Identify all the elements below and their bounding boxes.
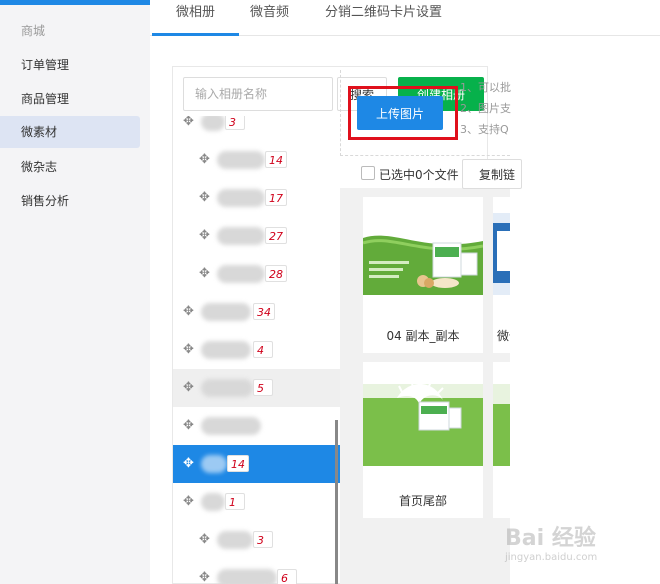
image-card[interactable]: 04 副本_副本 bbox=[363, 197, 483, 353]
image-label: 微信 bbox=[497, 329, 510, 343]
image-label: 04 副本_副本 bbox=[386, 329, 460, 343]
upload-tip-2: 2、图片支 bbox=[460, 102, 511, 115]
image-card[interactable] bbox=[493, 362, 510, 518]
album-name-blurred bbox=[201, 341, 251, 359]
album-name-blurred bbox=[217, 151, 265, 169]
drag-handle-icon[interactable]: ✥ bbox=[183, 457, 197, 471]
album-count-badge: 6 bbox=[277, 569, 297, 584]
copy-link-button[interactable]: 复制链 bbox=[462, 159, 522, 189]
drag-handle-icon[interactable]: ✥ bbox=[199, 229, 213, 243]
album-name-blurred bbox=[201, 455, 227, 473]
drag-handle-icon[interactable]: ✥ bbox=[183, 495, 197, 509]
album-name-blurred bbox=[201, 493, 225, 511]
highlight-annotation bbox=[348, 86, 458, 140]
image-label: 首页尾部 bbox=[398, 494, 447, 508]
album-name-blurred bbox=[217, 189, 265, 207]
sidebar-item-magazine[interactable]: 微杂志 bbox=[0, 151, 140, 183]
tab-audio[interactable]: 微音频 bbox=[250, 2, 289, 36]
upload-tip-3: 3、支持Q bbox=[460, 123, 509, 136]
album-count-badge: 34 bbox=[253, 303, 275, 320]
album-search-input[interactable] bbox=[183, 77, 333, 111]
drag-handle-icon[interactable]: ✥ bbox=[199, 191, 213, 205]
album-name-blurred bbox=[201, 417, 261, 435]
drag-handle-icon[interactable]: ✥ bbox=[183, 419, 197, 433]
image-thumbnail[interactable] bbox=[493, 384, 510, 466]
image-thumbnail[interactable] bbox=[363, 384, 483, 466]
tab-albums[interactable]: 微相册 bbox=[152, 2, 240, 36]
album-list-scrollbar[interactable] bbox=[335, 420, 338, 584]
album-count-badge: 14 bbox=[227, 455, 249, 472]
watermark-logo: Bai 经验 bbox=[505, 526, 596, 551]
upload-tip-1: 1、可以批 bbox=[460, 81, 511, 94]
album-count-badge: 28 bbox=[265, 265, 287, 282]
sidebar-item-products[interactable]: 商品管理 bbox=[0, 83, 140, 115]
drag-handle-icon[interactable]: ✥ bbox=[183, 343, 197, 357]
album-count-badge: 17 bbox=[265, 189, 287, 206]
drag-handle-icon[interactable]: ✥ bbox=[183, 381, 197, 395]
drag-handle-icon[interactable]: ✥ bbox=[199, 267, 213, 281]
album-count-badge: 3 bbox=[225, 116, 245, 130]
album-name-blurred bbox=[217, 227, 265, 245]
sidebar-item-materials[interactable]: 微素材 bbox=[0, 116, 140, 148]
album-count-badge: 1 bbox=[225, 493, 245, 510]
drag-handle-icon[interactable]: ✥ bbox=[199, 571, 213, 584]
watermark-url: jingyan.baidu.com bbox=[505, 552, 598, 563]
image-card[interactable]: 首页尾部 bbox=[363, 362, 483, 518]
image-thumbnail[interactable] bbox=[363, 213, 483, 295]
album-name-blurred bbox=[217, 265, 265, 283]
album-name-blurred bbox=[217, 531, 253, 549]
drag-handle-icon[interactable]: ✥ bbox=[199, 153, 213, 167]
drag-handle-icon[interactable]: ✥ bbox=[183, 116, 197, 129]
image-card[interactable]: 微信 bbox=[493, 197, 510, 353]
album-name-blurred bbox=[217, 569, 277, 584]
album-count-badge: 27 bbox=[265, 227, 287, 244]
album-count-badge: 4 bbox=[253, 341, 273, 358]
selected-count-text: 已选中0个文件 bbox=[379, 168, 459, 182]
tab-bar: 微相册 微音频 分销二维码卡片设置 bbox=[150, 0, 660, 36]
album-name-blurred bbox=[201, 379, 253, 397]
album-count-badge: 14 bbox=[265, 151, 287, 168]
main-panel: 微相册 微音频 分销二维码卡片设置 搜索 创建相册 ✥ 3 ✥ 14 ✥ 17 bbox=[150, 0, 660, 584]
tab-qrcode-settings[interactable]: 分销二维码卡片设置 bbox=[325, 2, 442, 36]
sidebar-item-orders[interactable]: 订单管理 bbox=[0, 49, 140, 81]
drag-handle-icon[interactable]: ✥ bbox=[199, 533, 213, 547]
album-count-badge: 5 bbox=[253, 379, 273, 396]
album-name-blurred bbox=[201, 116, 225, 131]
select-all-checkbox[interactable] bbox=[361, 166, 375, 180]
sidebar-item-mall[interactable]: 商城 bbox=[0, 15, 140, 47]
image-thumbnail[interactable] bbox=[493, 213, 510, 295]
album-count-badge: 3 bbox=[253, 531, 273, 548]
sidebar-nav: 商城 订单管理 商品管理 微素材 微杂志 销售分析 bbox=[0, 5, 150, 584]
sidebar-item-analytics[interactable]: 销售分析 bbox=[0, 185, 140, 217]
drag-handle-icon[interactable]: ✥ bbox=[183, 305, 197, 319]
album-name-blurred bbox=[201, 303, 251, 321]
